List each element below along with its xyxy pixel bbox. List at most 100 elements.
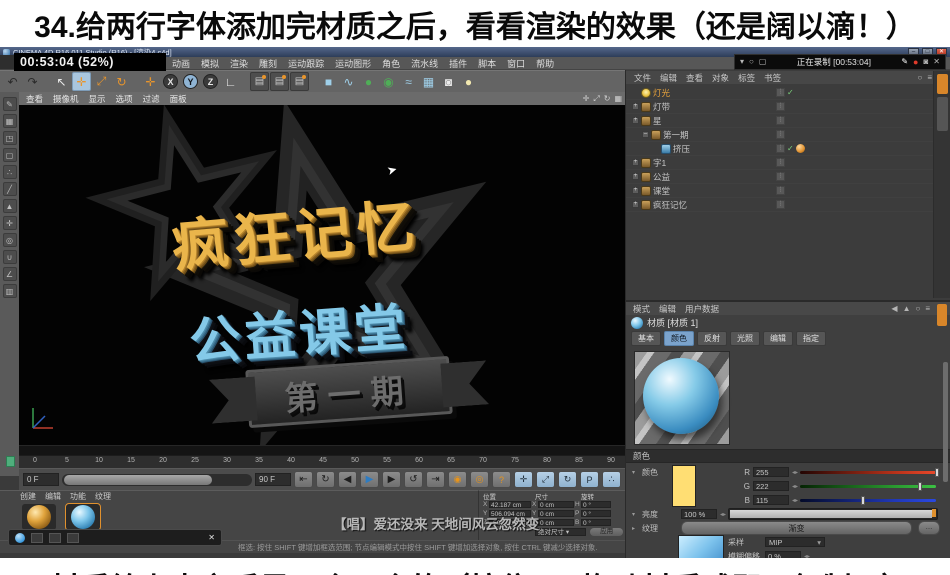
- next-frame-button[interactable]: ▶: [382, 471, 401, 488]
- goto-end-button[interactable]: ⇥: [426, 471, 445, 488]
- key-pla-toggle[interactable]: ∴: [602, 471, 621, 488]
- keyframe-help-button[interactable]: ?: [492, 471, 511, 488]
- g-slider-knob[interactable]: [918, 481, 923, 491]
- recorder-app-icon[interactable]: [15, 532, 25, 543]
- add-floor-icon[interactable]: ▦: [419, 72, 438, 91]
- add-spline-icon[interactable]: ∿: [339, 72, 358, 91]
- size-y-field[interactable]: 0 cm: [538, 510, 574, 517]
- add-light-icon[interactable]: ●: [459, 72, 478, 91]
- add-environment-icon[interactable]: ≈: [399, 72, 418, 91]
- visibility-dots-icon[interactable]: ⋮: [776, 144, 785, 153]
- rotate-view-icon[interactable]: ↻: [604, 94, 611, 103]
- menu-motion-tracker[interactable]: 运动跟踪: [288, 57, 324, 70]
- make-editable-icon[interactable]: ✎: [2, 97, 17, 111]
- om-menu-objects[interactable]: 对象: [712, 72, 729, 84]
- end-frame-field[interactable]: 90 F: [255, 473, 291, 486]
- menu-character[interactable]: 角色: [382, 57, 400, 70]
- b-slider-knob[interactable]: [861, 495, 866, 505]
- attr-menu-mode[interactable]: 模式: [633, 303, 650, 315]
- material-preview[interactable]: [634, 351, 730, 445]
- undo-icon[interactable]: ↶: [3, 72, 22, 91]
- object-row[interactable]: – 第一期 ⋮: [626, 128, 934, 142]
- menu-script[interactable]: 脚本: [478, 57, 496, 70]
- timeline-range-thumb[interactable]: [64, 474, 213, 485]
- scale-tool-icon[interactable]: ⤢: [92, 72, 111, 91]
- zoom-view-icon[interactable]: ⤢: [593, 94, 599, 104]
- rotation-h-field[interactable]: 0 °: [581, 501, 611, 508]
- history-back-icon[interactable]: ◀: [891, 304, 897, 313]
- viewport[interactable]: 查看 摄像机 显示 选项 过滤 面板 ✛ ⤢ ↻ ▦ 疯狂记忆 公益课堂 第一期…: [19, 92, 625, 455]
- expand-icon[interactable]: +: [632, 187, 639, 194]
- recorder-dropdown-icon[interactable]: ▾: [740, 58, 744, 66]
- key-rotation-toggle[interactable]: ↻: [558, 471, 577, 488]
- vp-menu-options[interactable]: 选项: [116, 93, 133, 105]
- visibility-dots-icon[interactable]: ⋮: [776, 130, 785, 139]
- object-row[interactable]: + 疯狂记忆 ⋮: [626, 198, 934, 212]
- timeline-range-slider[interactable]: [62, 473, 252, 486]
- add-generator-icon[interactable]: ●: [359, 72, 378, 91]
- history-up-icon[interactable]: ▲: [903, 304, 911, 313]
- expand-icon[interactable]: +: [632, 117, 639, 124]
- r-slider-knob[interactable]: [934, 467, 939, 477]
- rotation-b-field[interactable]: 0 °: [581, 519, 611, 526]
- stepper-icon[interactable]: ◂▸: [792, 483, 798, 490]
- visibility-dots-icon[interactable]: ⋮: [776, 172, 785, 181]
- vp-menu-view[interactable]: 查看: [26, 93, 43, 105]
- apply-button[interactable]: 应用: [590, 528, 623, 536]
- chevron-right-icon[interactable]: ▸: [632, 525, 639, 532]
- last-tool-icon[interactable]: ✛: [141, 72, 160, 91]
- redo-icon[interactable]: ↷: [23, 72, 42, 91]
- key-parameter-toggle[interactable]: P: [580, 471, 599, 488]
- recorder-close-button[interactable]: ✕: [208, 533, 215, 542]
- expand-icon[interactable]: +: [632, 173, 639, 180]
- vp-menu-cameras[interactable]: 摄像机: [53, 93, 79, 105]
- visibility-dots-icon[interactable]: ⋮: [776, 88, 785, 97]
- size-x-field[interactable]: 0 cm: [538, 501, 574, 508]
- points-mode-icon[interactable]: ∴: [2, 165, 17, 179]
- om-menu-bookmarks[interactable]: 书签: [764, 72, 781, 84]
- g-slider[interactable]: [800, 481, 936, 491]
- object-row-extrude[interactable]: 挤压 ⋮ ✓: [626, 142, 934, 156]
- workplane-snap-icon[interactable]: ▥: [2, 284, 17, 298]
- recorder-camera-icon[interactable]: ◙: [923, 58, 928, 66]
- recorder-screen-button[interactable]: [67, 532, 79, 543]
- axis-x-button[interactable]: X: [163, 74, 178, 89]
- add-deformer-icon[interactable]: ◉: [379, 72, 398, 91]
- object-row[interactable]: + 课堂 ⋮: [626, 184, 934, 198]
- axis-z-button[interactable]: Z: [203, 74, 218, 89]
- menu-simulate[interactable]: 模拟: [201, 57, 219, 70]
- object-row[interactable]: + 灯带 ⋮: [626, 100, 934, 114]
- current-frame-field[interactable]: 0 F: [23, 473, 59, 486]
- move-tool-icon[interactable]: ✛: [72, 72, 91, 91]
- recorder-pause-button[interactable]: [31, 532, 43, 543]
- rotation-p-field[interactable]: 0 °: [581, 510, 611, 517]
- play-loop-button[interactable]: ↻: [316, 471, 335, 488]
- timeline-playhead[interactable]: [6, 456, 15, 467]
- menu-animation[interactable]: 动画: [172, 57, 190, 70]
- texture-more-button[interactable]: …: [918, 521, 940, 535]
- object-row-light[interactable]: 灯光 ⋮ ✓: [626, 86, 934, 100]
- render-region-icon[interactable]: ▤: [270, 72, 289, 91]
- quantize-icon[interactable]: ∠: [2, 267, 17, 281]
- b-value-field[interactable]: 115: [753, 495, 789, 505]
- tab-illumination[interactable]: 光照: [730, 331, 760, 346]
- workplane-icon[interactable]: ▢: [2, 148, 17, 162]
- pan-view-icon[interactable]: ✛: [583, 94, 590, 103]
- enabled-check-icon[interactable]: ✓: [787, 88, 794, 97]
- menu-pipeline[interactable]: 流水线: [411, 57, 438, 70]
- color-section-header[interactable]: 颜色: [626, 449, 950, 463]
- size-mode-dropdown[interactable]: 绝对尺寸 ▾: [535, 528, 587, 536]
- visibility-dots-icon[interactable]: ⋮: [776, 102, 785, 111]
- brightness-slider[interactable]: [728, 508, 938, 520]
- recorder-stop-button[interactable]: [49, 532, 61, 543]
- om-menu-tags[interactable]: 标签: [738, 72, 755, 84]
- viewport-canvas[interactable]: 疯狂记忆 公益课堂 第一期 ➤: [19, 105, 625, 446]
- stepper-icon[interactable]: ◂▸: [720, 511, 726, 518]
- vp-menu-display[interactable]: 显示: [89, 93, 106, 105]
- add-camera-icon[interactable]: ◙: [439, 72, 458, 91]
- collapse-icon[interactable]: –: [642, 131, 649, 138]
- om-menu-view[interactable]: 查看: [686, 72, 703, 84]
- scroll-thumb[interactable]: [937, 97, 948, 131]
- rotate-tool-icon[interactable]: ↻: [112, 72, 131, 91]
- edges-mode-icon[interactable]: ╱: [2, 182, 17, 196]
